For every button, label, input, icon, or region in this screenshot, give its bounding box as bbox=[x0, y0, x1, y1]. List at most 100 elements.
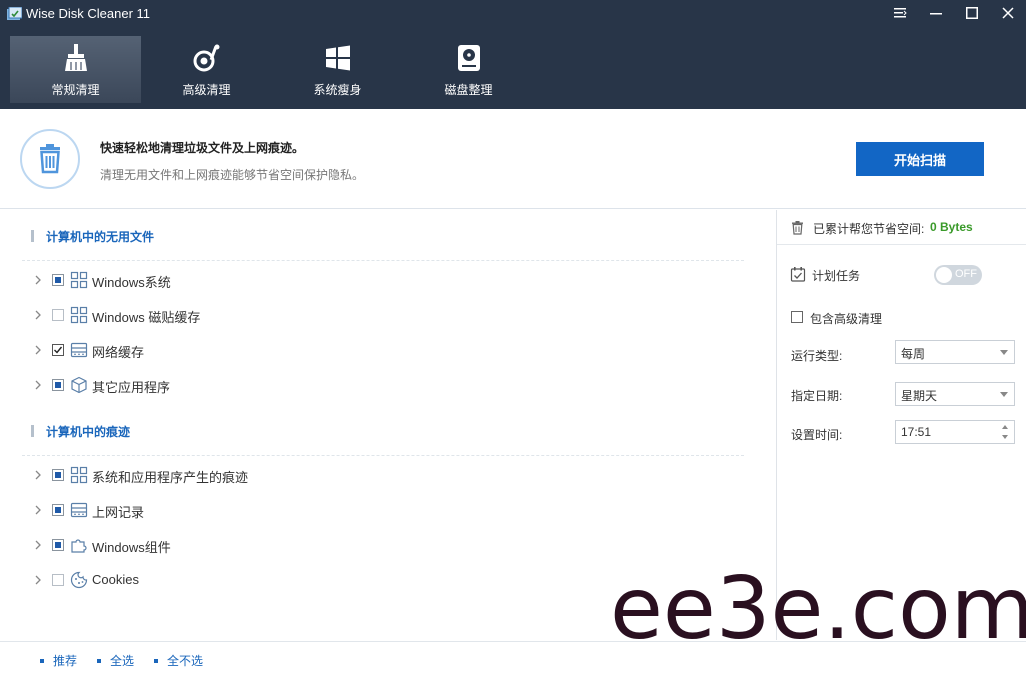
chevron-down-icon bbox=[1000, 392, 1008, 397]
app-title: Wise Disk Cleaner 11 bbox=[26, 6, 151, 21]
select-all-link[interactable]: 全选 bbox=[97, 652, 134, 669]
windows-tiles-icon bbox=[70, 466, 88, 484]
chevron-right-icon[interactable] bbox=[30, 342, 46, 358]
tab-label: 常规清理 bbox=[51, 83, 100, 97]
spin-up-icon[interactable] bbox=[1002, 425, 1008, 429]
recommend-link[interactable]: 推荐 bbox=[40, 652, 77, 669]
chevron-right-icon[interactable] bbox=[30, 572, 46, 588]
watermark-text: ee3e.com bbox=[610, 559, 1026, 659]
browser-history-icon bbox=[70, 502, 88, 518]
close-button[interactable] bbox=[990, 0, 1026, 26]
tab-system-slimming[interactable]: 系统瘦身 bbox=[272, 36, 403, 103]
item-label: Cookies bbox=[92, 572, 139, 587]
trash-icon bbox=[40, 144, 60, 174]
date-select[interactable]: 星期天 bbox=[895, 382, 1015, 406]
chevron-right-icon[interactable] bbox=[30, 537, 46, 553]
section-title: 计算机中的痕迹 bbox=[46, 424, 131, 439]
schedule-label: 计划任务 bbox=[812, 269, 861, 283]
list-item[interactable]: Windows系统 bbox=[30, 270, 530, 290]
puzzle-icon bbox=[71, 539, 87, 553]
item-checkbox[interactable] bbox=[52, 539, 64, 551]
list-item[interactable]: 其它应用程序 bbox=[30, 375, 530, 395]
date-value: 星期天 bbox=[901, 389, 938, 403]
select-all-label: 全选 bbox=[110, 654, 135, 668]
include-advanced-checkbox[interactable] bbox=[791, 311, 803, 323]
schedule-toggle[interactable]: OFF bbox=[934, 265, 982, 285]
list-item[interactable]: Windows组件 bbox=[30, 535, 530, 555]
item-label: 网络缓存 bbox=[92, 345, 145, 360]
start-scan-button[interactable]: 开始扫描 bbox=[856, 142, 984, 176]
item-checkbox[interactable] bbox=[52, 344, 64, 356]
item-checkbox[interactable] bbox=[52, 274, 64, 286]
menu-icon bbox=[894, 8, 907, 18]
maximize-button[interactable] bbox=[954, 0, 990, 26]
item-checkbox[interactable] bbox=[52, 504, 64, 516]
bullet bbox=[40, 658, 44, 663]
time-spinner[interactable]: 17:51 bbox=[895, 420, 1015, 444]
item-checkbox[interactable] bbox=[52, 309, 64, 321]
run-type-select[interactable]: 每周 bbox=[895, 340, 1015, 364]
trash-badge bbox=[20, 129, 80, 189]
chevron-right-icon[interactable] bbox=[30, 272, 46, 288]
list-item[interactable]: 系统和应用程序产生的痕迹 bbox=[30, 465, 530, 485]
item-checkbox[interactable] bbox=[52, 574, 64, 586]
advanced-clean-icon bbox=[193, 44, 219, 72]
windows-tiles-icon bbox=[70, 306, 88, 324]
app-header: Wise Disk Cleaner 11 常规清理 高级清理 系统瘦身 磁盘整理 bbox=[0, 0, 1026, 109]
bullet bbox=[154, 658, 158, 663]
section-header: 计算机中的痕迹 bbox=[31, 422, 130, 440]
item-label: 其它应用程序 bbox=[92, 380, 171, 395]
title-bar: Wise Disk Cleaner 11 bbox=[0, 0, 1026, 28]
time-value: 17:51 bbox=[901, 425, 932, 439]
maximize-icon bbox=[966, 7, 978, 19]
bullet bbox=[97, 658, 101, 663]
item-label: 系统和应用程序产生的痕迹 bbox=[92, 470, 249, 485]
main-tabs: 常规清理 高级清理 系统瘦身 磁盘整理 bbox=[10, 36, 534, 103]
trash-icon bbox=[792, 221, 803, 235]
cookie-icon bbox=[70, 571, 88, 589]
banner-subtitle: 清理无用文件和上网痕迹能够节省空间保护隐私。 bbox=[100, 168, 365, 182]
item-checkbox[interactable] bbox=[52, 469, 64, 481]
section-divider bbox=[22, 455, 744, 456]
tab-disk-defrag[interactable]: 磁盘整理 bbox=[403, 36, 534, 103]
item-label: Windows 磁贴缓存 bbox=[92, 310, 201, 325]
chevron-right-icon[interactable] bbox=[30, 502, 46, 518]
minimize-button[interactable] bbox=[918, 0, 954, 26]
section-marker bbox=[31, 425, 34, 437]
list-item[interactable]: Windows 磁贴缓存 bbox=[30, 305, 530, 325]
checkmark-icon bbox=[54, 346, 63, 354]
banner-title: 快速轻松地清理垃圾文件及上网痕迹。 bbox=[100, 141, 305, 155]
list-item[interactable]: 上网记录 bbox=[30, 500, 530, 520]
chevron-down-icon bbox=[1000, 350, 1008, 355]
tab-label: 磁盘整理 bbox=[444, 83, 493, 97]
list-item[interactable]: Cookies bbox=[30, 570, 530, 590]
item-checkbox[interactable] bbox=[52, 379, 64, 391]
select-none-link[interactable]: 全不选 bbox=[154, 652, 203, 669]
space-saved-bar: 已累计帮您节省空间: 0 Bytes bbox=[777, 210, 1026, 245]
minimize-icon bbox=[930, 13, 942, 15]
section-marker bbox=[31, 230, 34, 242]
banner: 快速轻松地清理垃圾文件及上网痕迹。 清理无用文件和上网痕迹能够节省空间保护隐私。… bbox=[0, 109, 1026, 209]
item-label: 上网记录 bbox=[92, 505, 145, 520]
spin-down-icon[interactable] bbox=[1002, 435, 1008, 439]
run-type-value: 每周 bbox=[901, 347, 926, 361]
item-label: Windows组件 bbox=[92, 540, 171, 555]
date-label: 指定日期: bbox=[791, 389, 843, 403]
tab-label: 系统瘦身 bbox=[313, 83, 362, 97]
windows-icon bbox=[325, 45, 350, 71]
list-item[interactable]: 网络缓存 bbox=[30, 340, 530, 360]
tab-advanced-clean[interactable]: 高级清理 bbox=[141, 36, 272, 103]
broom-icon bbox=[64, 44, 87, 71]
app-logo-icon bbox=[7, 7, 22, 20]
windows-tiles-icon bbox=[70, 271, 88, 289]
network-cache-icon bbox=[70, 342, 88, 358]
toggle-state: OFF bbox=[955, 268, 977, 280]
run-type-label: 运行类型: bbox=[791, 349, 843, 363]
chevron-right-icon[interactable] bbox=[30, 307, 46, 323]
chevron-right-icon[interactable] bbox=[30, 467, 46, 483]
section-title: 计算机中的无用文件 bbox=[46, 229, 155, 244]
menu-button[interactable] bbox=[882, 0, 918, 26]
space-saved-label: 已累计帮您节省空间: bbox=[813, 222, 925, 236]
chevron-right-icon[interactable] bbox=[30, 377, 46, 393]
tab-regular-clean[interactable]: 常规清理 bbox=[10, 36, 141, 103]
